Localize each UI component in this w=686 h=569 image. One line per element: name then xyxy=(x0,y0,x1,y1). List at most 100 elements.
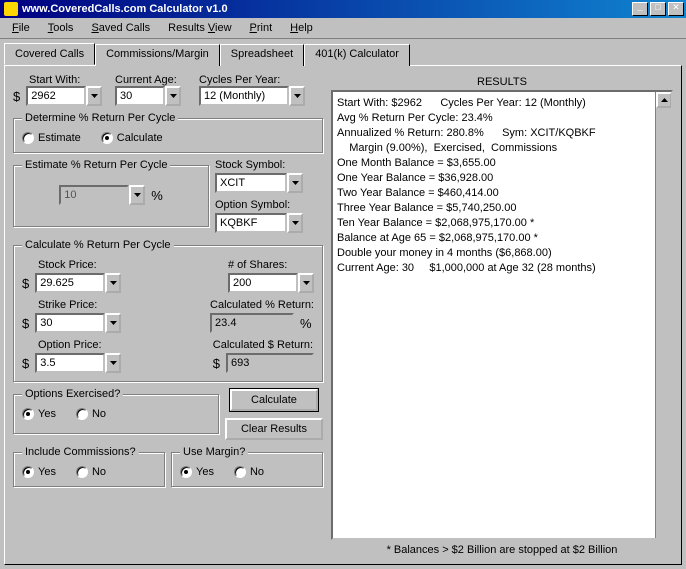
dollar-sign: $ xyxy=(13,89,20,104)
results-line: Annualized % Return: 280.8% Sym: XCIT/KQ… xyxy=(337,126,667,141)
minimize-button[interactable]: _ xyxy=(632,2,648,16)
cycles-dropdown-button[interactable] xyxy=(289,86,305,106)
results-box: Start With: $2962 Cycles Per Year: 12 (M… xyxy=(331,90,673,540)
cycles-input[interactable] xyxy=(199,86,289,106)
estimate-legend: Estimate % Return Per Cycle xyxy=(22,159,170,171)
radio-icon xyxy=(234,466,246,478)
no-label: No xyxy=(92,466,106,478)
estimate-radio[interactable]: Estimate xyxy=(22,132,81,144)
commissions-yes-radio[interactable]: Yes xyxy=(22,466,56,478)
scrollbar[interactable] xyxy=(655,92,671,538)
results-line: Three Year Balance = $5,740,250.00 xyxy=(337,201,667,216)
margin-no-radio[interactable]: No xyxy=(234,466,264,478)
tab-bar: Covered Calls Commissions/Margin Spreads… xyxy=(4,44,682,66)
strike-price-dropdown-button[interactable] xyxy=(105,313,121,333)
dollar-sign: $ xyxy=(213,356,220,371)
yes-label: Yes xyxy=(38,466,56,478)
titlebar: www.CoveredCalls.com Calculator v1.0 _ □… xyxy=(0,0,686,18)
menu-saved-calls[interactable]: Saved Calls xyxy=(83,20,158,36)
start-with-dropdown-button[interactable] xyxy=(86,86,102,106)
results-line: Current Age: 30 $1,000,000 at Age 32 (28… xyxy=(337,261,667,276)
determine-group: Determine % Return Per Cycle Estimate Ca… xyxy=(13,112,323,153)
cycles-label: Cycles Per Year: xyxy=(199,74,323,86)
pct-sign: % xyxy=(151,188,163,203)
num-shares-input[interactable] xyxy=(228,273,298,293)
start-with-label: Start With: xyxy=(29,74,109,86)
menu-help[interactable]: Help xyxy=(282,20,321,36)
calc-pct-output xyxy=(210,313,294,333)
radio-icon xyxy=(101,132,113,144)
tab-covered-calls[interactable]: Covered Calls xyxy=(4,43,95,65)
stock-symbol-label: Stock Symbol: xyxy=(215,159,323,171)
results-line: Double your money in 4 months ($6,868.00… xyxy=(337,246,667,261)
commissions-no-radio[interactable]: No xyxy=(76,466,106,478)
menu-file[interactable]: File xyxy=(4,20,38,36)
scroll-up-button[interactable] xyxy=(656,92,672,108)
dollar-sign: $ xyxy=(22,356,29,371)
clear-results-button[interactable]: Clear Results xyxy=(225,418,323,440)
results-line: One Month Balance = $3,655.00 xyxy=(337,156,667,171)
tab-spreadsheet[interactable]: Spreadsheet xyxy=(220,44,304,66)
estimate-group: Estimate % Return Per Cycle % xyxy=(13,159,209,227)
strike-price-input[interactable] xyxy=(35,313,105,333)
margin-yes-radio[interactable]: Yes xyxy=(180,466,214,478)
results-line: Balance at Age 65 = $2,068,975,170.00 * xyxy=(337,231,667,246)
determine-legend: Determine % Return Per Cycle xyxy=(22,112,178,124)
yes-label: Yes xyxy=(196,466,214,478)
estimate-radio-label: Estimate xyxy=(38,132,81,144)
option-symbol-dropdown-button[interactable] xyxy=(287,213,303,233)
footnote: * Balances > $2 Billion are stopped at $… xyxy=(331,540,673,556)
include-commissions-group: Include Commissions? Yes No xyxy=(13,446,165,487)
calculate-radio[interactable]: Calculate xyxy=(101,132,163,144)
stock-price-input[interactable] xyxy=(35,273,105,293)
window-title: www.CoveredCalls.com Calculator v1.0 xyxy=(22,3,228,15)
yes-label: Yes xyxy=(38,408,56,420)
include-commissions-legend: Include Commissions? xyxy=(22,446,139,458)
radio-icon xyxy=(22,408,34,420)
results-line: Two Year Balance = $460,414.00 xyxy=(337,186,667,201)
menu-results-view[interactable]: Results View xyxy=(160,20,239,36)
calc-dollar-output xyxy=(226,353,314,373)
radio-icon xyxy=(22,132,34,144)
results-line: Start With: $2962 Cycles Per Year: 12 (M… xyxy=(337,96,667,111)
option-symbol-input[interactable] xyxy=(215,213,287,233)
results-line: One Year Balance = $36,928.00 xyxy=(337,171,667,186)
calculate-legend: Calculate % Return Per Cycle xyxy=(22,239,174,251)
stock-symbol-dropdown-button[interactable] xyxy=(287,173,303,193)
results-line: Avg % Return Per Cycle: 23.4% xyxy=(337,111,667,126)
option-price-dropdown-button[interactable] xyxy=(105,353,121,373)
radio-icon xyxy=(180,466,192,478)
calculate-radio-label: Calculate xyxy=(117,132,163,144)
menu-tools[interactable]: Tools xyxy=(40,20,82,36)
estimate-pct-input xyxy=(59,185,129,205)
app-icon xyxy=(4,2,18,16)
num-shares-dropdown-button[interactable] xyxy=(298,273,314,293)
no-label: No xyxy=(250,466,264,478)
exercised-yes-radio[interactable]: Yes xyxy=(22,408,56,420)
estimate-pct-dropdown-button[interactable] xyxy=(129,185,145,205)
stock-symbol-input[interactable] xyxy=(215,173,287,193)
current-age-dropdown-button[interactable] xyxy=(165,86,181,106)
calculate-button[interactable]: Calculate xyxy=(229,388,319,412)
pct-sign: % xyxy=(300,316,312,331)
radio-icon xyxy=(76,408,88,420)
tab-401k-calculator[interactable]: 401(k) Calculator xyxy=(304,44,410,66)
close-button[interactable]: ✕ xyxy=(668,2,684,16)
calculate-group: Calculate % Return Per Cycle Stock Price… xyxy=(13,239,323,382)
radio-icon xyxy=(22,466,34,478)
menubar: File Tools Saved Calls Results View Prin… xyxy=(0,18,686,39)
current-age-input[interactable] xyxy=(115,86,165,106)
exercised-legend: Options Exercised? xyxy=(22,388,123,400)
maximize-button[interactable]: □ xyxy=(650,2,666,16)
dollar-sign: $ xyxy=(22,276,29,291)
use-margin-group: Use Margin? Yes No xyxy=(171,446,323,487)
start-with-input[interactable] xyxy=(26,86,86,106)
stock-price-dropdown-button[interactable] xyxy=(105,273,121,293)
exercised-no-radio[interactable]: No xyxy=(76,408,106,420)
menu-print[interactable]: Print xyxy=(242,20,281,36)
tab-commissions-margin[interactable]: Commissions/Margin xyxy=(95,44,220,66)
num-shares-label: # of Shares: xyxy=(228,259,314,271)
option-price-input[interactable] xyxy=(35,353,105,373)
tab-panel: Start With: $ Current Age: xyxy=(4,65,682,565)
strike-price-label: Strike Price: xyxy=(38,299,121,311)
